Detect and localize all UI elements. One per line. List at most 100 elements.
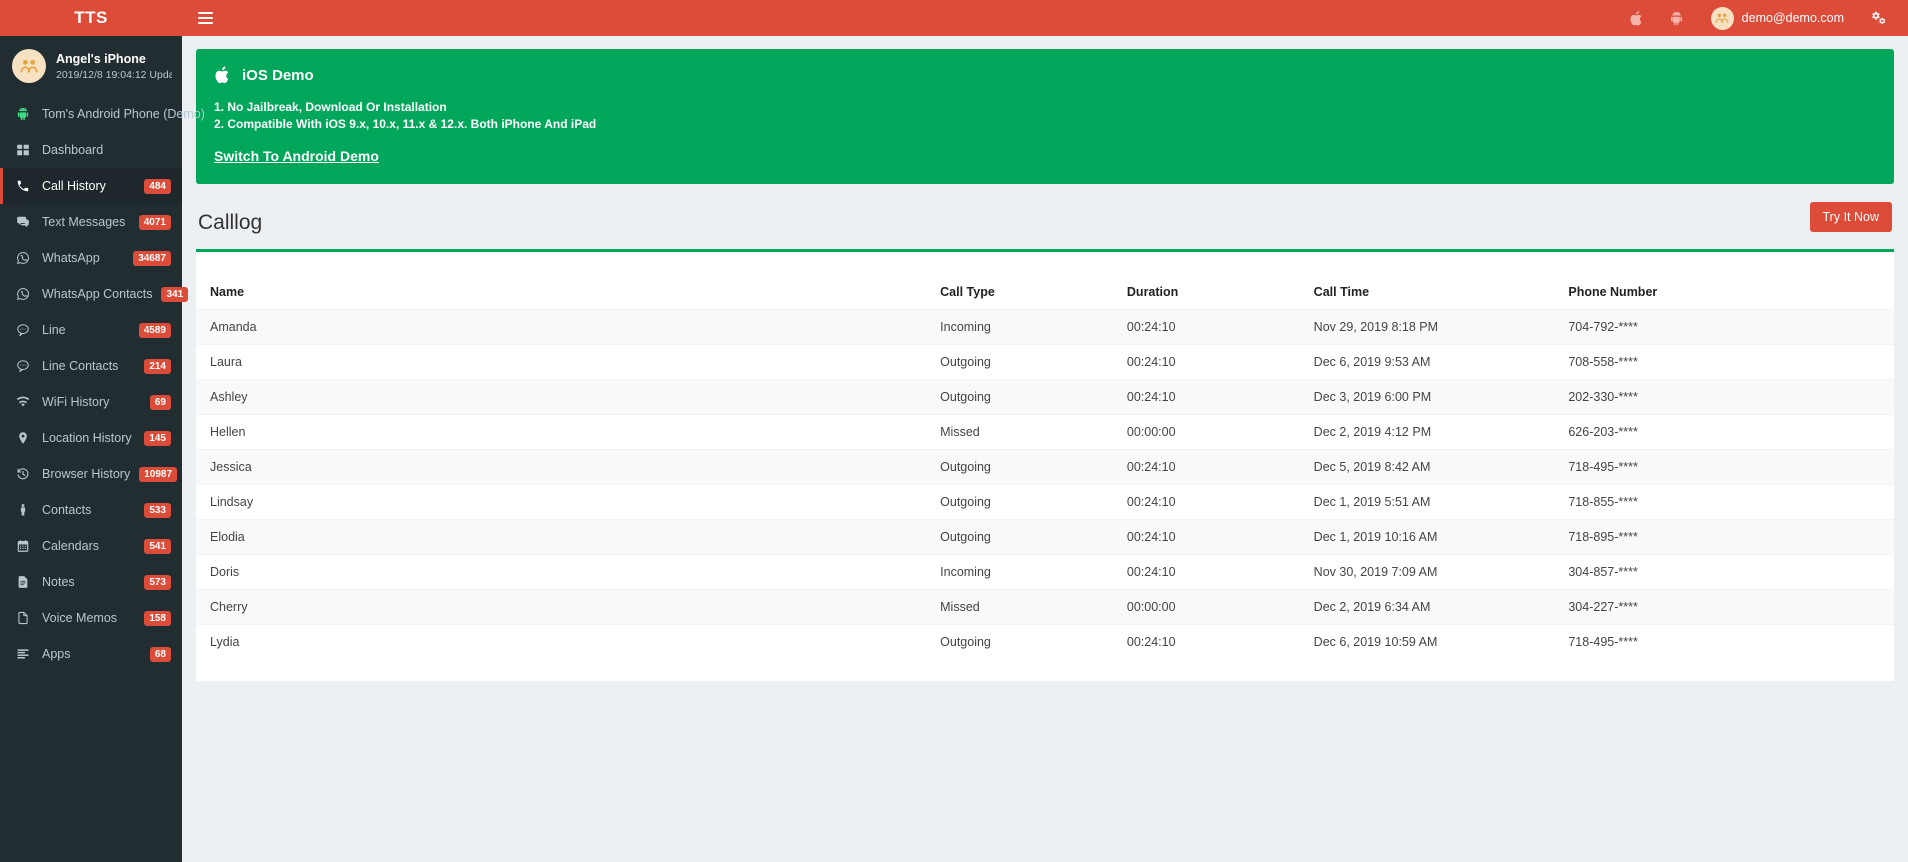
cell-phone: 718-855-****	[1554, 483, 1894, 520]
sidebar-item-label: Line Contacts	[42, 359, 119, 373]
switch-to-android-demo-link[interactable]: Switch To Android Demo	[214, 148, 379, 164]
sidebar-nav: Tom's Android Phone (Demo) Dashboard Call …	[0, 96, 205, 672]
sidebar-item-text-messages[interactable]: Text Messages 4071	[0, 204, 182, 240]
page-header: Calllog Try It Now	[196, 201, 1894, 234]
page-title: Calllog	[198, 210, 263, 234]
cell-calltype: Outgoing	[926, 483, 1113, 520]
cell-phone: 304-857-****	[1554, 553, 1894, 590]
column-header-duration[interactable]: Duration	[1112, 275, 1300, 310]
cell-phone: 304-227-****	[1554, 588, 1894, 625]
sidebar-item-line[interactable]: Line 4589	[0, 312, 182, 348]
sidebar-item-whatsapp-contacts[interactable]: WhatsApp Contacts 341	[0, 276, 189, 312]
hamburger-icon[interactable]	[195, 8, 216, 28]
cell-phone: 718-895-****	[1554, 518, 1894, 555]
calllog-table: Name Call Type Duration Call Time Phone …	[196, 275, 1894, 659]
sidebar-item-dashboard[interactable]: Dashboard	[0, 132, 182, 168]
apple-icon[interactable]	[1617, 0, 1657, 36]
brand-logo[interactable]: TTS	[0, 0, 182, 36]
android-icon[interactable]	[1657, 0, 1697, 36]
sidebar: TTS Angel's iPhone 2019/12/8 19:04:12 Up…	[0, 0, 205, 862]
promo-header: iOS Demo	[214, 65, 1876, 85]
table-row[interactable]: Lydia Outgoing 00:24:10 Dec 6, 2019 10:59 A…	[196, 623, 1894, 659]
topbar-right: demo@demo.com	[1617, 0, 1898, 36]
apple-icon	[215, 66, 229, 84]
column-header-phone[interactable]: Phone Number	[1554, 275, 1894, 310]
cell-phone: 718-495-****	[1554, 448, 1894, 485]
user-profile[interactable]: Angel's iPhone 2019/12/8 19:04:12 Update…	[0, 36, 182, 96]
people-icon	[20, 59, 38, 73]
sidebar-item-contacts[interactable]: Contacts 533	[0, 492, 182, 528]
sidebar-item-voice-memos[interactable]: Voice Memos 158	[0, 600, 182, 636]
sidebar-item-label: WhatsApp Contacts	[42, 287, 153, 301]
user-avatar	[1710, 6, 1734, 30]
sidebar-item-apps[interactable]: Apps 68	[0, 636, 182, 672]
sidebar-item-whatsapp[interactable]: WhatsApp 34687	[0, 240, 182, 276]
cell-duration: 00:24:10	[1112, 448, 1300, 485]
promo-line-1: 1. No Jailbreak, Download Or Installatio…	[214, 100, 447, 114]
sidebar-item-label: Tom's Android Phone (Demo)	[42, 107, 205, 121]
gears-icon[interactable]	[1858, 0, 1898, 36]
table-row[interactable]: Doris Incoming 00:24:10 Nov 30, 2019 7:09 A…	[196, 553, 1894, 590]
top-navbar: demo@demo.com	[182, 0, 1908, 36]
sidebar-item-badge: 68	[149, 646, 171, 662]
cell-calltime: Dec 6, 2019 10:59 AM	[1299, 623, 1555, 659]
sidebar-item-label: Notes	[42, 575, 75, 589]
cell-name: Laura	[196, 343, 927, 380]
sidebar-item-badge: 10987	[139, 466, 178, 482]
cell-name: Elodia	[196, 518, 927, 555]
phone-icon	[16, 179, 33, 193]
promo-title: iOS Demo	[242, 66, 314, 84]
sidebar-item-badge: 4589	[138, 322, 171, 338]
sidebar-item-label: Contacts	[42, 503, 92, 517]
table-row[interactable]: Jessica Outgoing 00:24:10 Dec 5, 2019 8:42 …	[196, 448, 1894, 485]
column-header-name[interactable]: Name	[196, 275, 927, 310]
user-email: demo@demo.com	[1741, 11, 1844, 25]
table-row[interactable]: Cherry Missed 00:00:00 Dec 2, 2019 6:34 AM 3…	[196, 588, 1894, 625]
sidebar-item-label: Line	[42, 323, 66, 337]
cell-duration: 00:24:10	[1112, 343, 1300, 380]
sidebar-item-call-history[interactable]: Call History 484	[0, 168, 182, 204]
column-header-calltime[interactable]: Call Time	[1299, 275, 1555, 310]
line-icon	[16, 323, 33, 337]
sidebar-item-badge: 158	[144, 610, 171, 626]
try-it-now-button[interactable]: Try It Now	[1809, 201, 1892, 232]
sidebar-item-location-history[interactable]: Location History 145	[0, 420, 182, 456]
cell-duration: 00:24:10	[1112, 553, 1300, 590]
cell-calltype: Missed	[926, 413, 1113, 450]
table-row[interactable]: Hellen Missed 00:00:00 Dec 2, 2019 4:12 PM 6…	[196, 413, 1894, 450]
table-row[interactable]: Elodia Outgoing 00:24:10 Dec 1, 2019 10:16 …	[196, 518, 1894, 555]
table-row[interactable]: Laura Outgoing 00:24:10 Dec 6, 2019 9:53 AM…	[196, 343, 1894, 380]
promo-banner: iOS Demo 1. No Jailbreak, Download Or In…	[196, 49, 1894, 184]
cell-name: Lindsay	[196, 483, 927, 520]
note-icon	[16, 575, 33, 589]
main-content: iOS Demo 1. No Jailbreak, Download Or In…	[182, 36, 1908, 862]
sidebar-item-label: WiFi History	[42, 395, 110, 409]
cell-calltype: Outgoing	[926, 343, 1113, 380]
sidebar-item-notes[interactable]: Notes 573	[0, 564, 182, 600]
cell-name: Cherry	[196, 588, 927, 625]
file-icon	[16, 611, 33, 625]
box-header	[196, 252, 1894, 276]
sidebar-item-wifi-history[interactable]: WiFi History 69	[0, 384, 182, 420]
app-root: TTS Angel's iPhone 2019/12/8 19:04:12 Up…	[0, 0, 1908, 862]
sidebar-item-browser-history[interactable]: Browser History 10987	[0, 456, 182, 492]
table-head: Name Call Type Duration Call Time Phone …	[196, 275, 1894, 310]
calendar-icon	[16, 539, 33, 553]
user-menu[interactable]: demo@demo.com	[1697, 0, 1858, 36]
sidebar-item-line-contacts[interactable]: Line Contacts 214	[0, 348, 182, 384]
sidebar-item-calendars[interactable]: Calendars 541	[0, 528, 182, 564]
sidebar-item-label: Calendars	[42, 539, 99, 553]
calllog-box: Name Call Type Duration Call Time Phone …	[196, 248, 1894, 681]
cell-calltime: Dec 5, 2019 8:42 AM	[1299, 448, 1555, 485]
sidebar-item-tom-s-android-phone-demo[interactable]: Tom's Android Phone (Demo)	[0, 96, 205, 132]
sidebar-item-badge: 341	[161, 286, 189, 302]
table-row[interactable]: Amanda Incoming 00:24:10 Nov 29, 2019 8:18 …	[196, 308, 1894, 345]
table-row[interactable]: Lindsay Outgoing 00:24:10 Dec 1, 2019 5:51 …	[196, 483, 1894, 520]
cell-duration: 00:00:00	[1112, 588, 1300, 625]
column-header-calltype[interactable]: Call Type	[926, 275, 1113, 310]
dashboard-icon	[16, 143, 33, 157]
sidebar-item-badge: 145	[144, 430, 171, 446]
table-row[interactable]: Ashley Outgoing 00:24:10 Dec 3, 2019 6:00 P…	[196, 378, 1894, 415]
cell-phone: 704-792-****	[1554, 308, 1894, 345]
android-icon	[16, 107, 33, 121]
